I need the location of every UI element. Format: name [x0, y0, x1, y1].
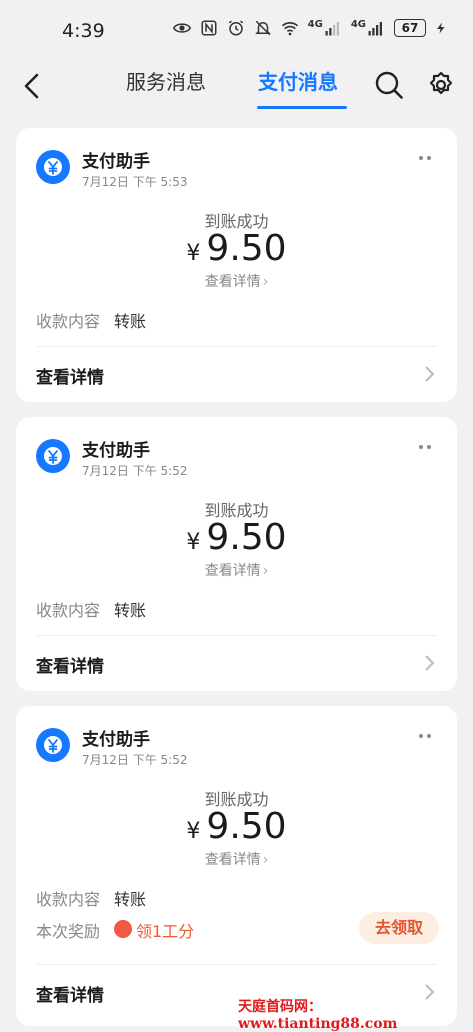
sender-name: 支付助手 — [82, 730, 150, 750]
divider — [36, 964, 437, 965]
view-details-label: 查看详情 — [204, 563, 261, 579]
currency-symbol: ¥ — [186, 241, 201, 266]
active-tab-indicator — [257, 106, 347, 109]
payment-message-card[interactable]: 支付助手 7月12日 下午 5:52 到账成功 ¥9.50 查看详情 › 收款内容… — [16, 706, 457, 1026]
amount-value: 9.50 — [206, 806, 287, 847]
payment-assistant-avatar — [36, 728, 70, 762]
chevron-right-icon — [425, 366, 435, 382]
signal-icon — [325, 22, 339, 36]
payment-message-card[interactable]: 支付助手 7月12日 下午 5:53 到账成功 ¥9.50 查看详情 › 收款内容… — [16, 128, 457, 402]
field-label: 收款内容 — [36, 890, 101, 909]
chevron-right-icon — [425, 655, 435, 671]
watermark-text: 天庭首码网：www.tianting88.com — [238, 999, 398, 1032]
network-label-1: 4G — [307, 18, 323, 30]
footer-view-details[interactable]: 查看详情 — [36, 363, 104, 388]
field-value: 转账 — [114, 601, 147, 620]
mute-icon — [254, 20, 271, 36]
view-details-link[interactable]: 查看详情 › — [16, 849, 457, 869]
payment-assistant-avatar — [36, 150, 70, 184]
field-value: 转账 — [114, 890, 147, 909]
network-label-2: 4G — [350, 18, 366, 30]
chevron-right-icon: › — [262, 852, 269, 868]
nfc-icon — [201, 20, 217, 36]
charging-icon — [437, 22, 445, 34]
payment-message-card[interactable]: 支付助手 7月12日 下午 5:52 到账成功 ¥9.50 查看详情 › 收款内容… — [16, 417, 457, 691]
amount-value: 9.50 — [206, 228, 287, 269]
message-datetime: 7月12日 下午 5:52 — [82, 753, 188, 767]
claim-reward-button[interactable]: 去领取 — [359, 912, 439, 944]
signal-icon — [368, 22, 382, 36]
yuan-icon — [44, 736, 62, 754]
status-icons: 4G 4G 67 — [172, 18, 447, 37]
divider — [36, 635, 437, 636]
footer-view-details[interactable]: 查看详情 — [36, 652, 104, 677]
status-bar: 4:39 4G 4G 67 — [0, 0, 473, 60]
currency-symbol: ¥ — [186, 819, 201, 844]
yuan-icon — [44, 447, 62, 465]
more-options-icon[interactable] — [417, 443, 437, 453]
reward-coin-icon — [114, 920, 132, 938]
message-datetime: 7月12日 下午 5:53 — [82, 175, 188, 189]
more-options-icon[interactable] — [417, 732, 437, 742]
search-icon[interactable] — [374, 70, 404, 100]
status-time: 4:39 — [62, 20, 105, 42]
payment-amount: ¥9.50 — [16, 517, 457, 558]
field-value: 转账 — [114, 312, 147, 331]
message-datetime: 7月12日 下午 5:52 — [82, 464, 188, 478]
view-details-link[interactable]: 查看详情 › — [16, 560, 457, 580]
gear-icon[interactable] — [426, 70, 456, 100]
view-details-label: 查看详情 — [204, 274, 261, 290]
wifi-icon — [281, 22, 298, 36]
field-label: 收款内容 — [36, 601, 101, 620]
tab-service-messages[interactable]: 服务消息 — [126, 66, 206, 95]
back-arrow-icon[interactable] — [20, 72, 44, 100]
view-details-label: 查看详情 — [204, 852, 261, 868]
chevron-right-icon: › — [262, 274, 269, 290]
view-details-link[interactable]: 查看详情 › — [16, 271, 457, 291]
top-nav: 服务消息 支付消息 — [0, 60, 473, 112]
reward-label: 本次奖励 — [36, 922, 101, 941]
sender-name: 支付助手 — [82, 441, 150, 461]
chevron-right-icon: › — [262, 563, 269, 579]
footer-view-details[interactable]: 查看详情 — [36, 981, 104, 1006]
divider — [36, 346, 437, 347]
yuan-icon — [44, 158, 62, 176]
eye-icon — [172, 23, 191, 33]
reward-text: 领1工分 — [136, 922, 195, 941]
currency-symbol: ¥ — [186, 530, 201, 555]
battery-icon: 67 — [394, 19, 426, 37]
field-label: 收款内容 — [36, 312, 101, 331]
payment-assistant-avatar — [36, 439, 70, 473]
tab-payment-messages[interactable]: 支付消息 — [258, 66, 338, 95]
payment-amount: ¥9.50 — [16, 806, 457, 847]
amount-value: 9.50 — [206, 517, 287, 558]
more-options-icon[interactable] — [417, 154, 437, 164]
sender-name: 支付助手 — [82, 152, 150, 172]
payment-amount: ¥9.50 — [16, 228, 457, 269]
alarm-icon — [228, 20, 243, 36]
